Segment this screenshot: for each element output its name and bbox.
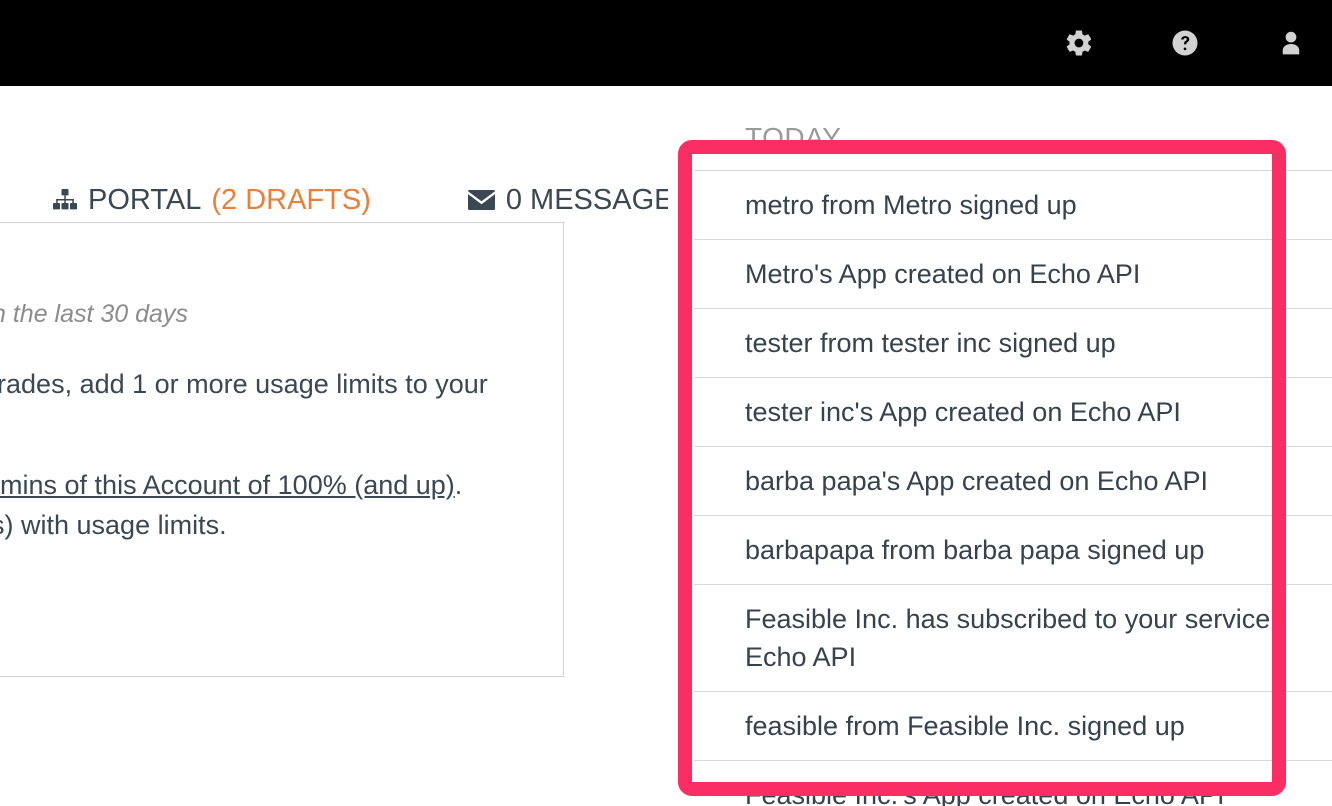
- user-account-icon[interactable]: [1276, 28, 1306, 58]
- left-content-column: PORTAL (2 DRAFTS) 0 MESSAGES 6 s in the …: [0, 86, 668, 806]
- envelope-icon: [467, 189, 496, 211]
- usage-instruction-text: pgrades, add 1 or more usage limits to y…: [0, 369, 488, 399]
- sitemap-icon: [52, 188, 78, 212]
- top-navigation-bar: [0, 0, 1332, 86]
- usage-period-caption: s in the last 30 days: [0, 300, 188, 328]
- activity-feed-list: metro from Metro signed up Metro's App c…: [694, 170, 1332, 806]
- activity-feed-panel: TODAY metro from Metro signed up Metro's…: [694, 86, 1332, 806]
- help-question-icon[interactable]: [1170, 28, 1200, 58]
- usage-summary-card: 6 s in the last 30 days pgrades, add 1 o…: [0, 222, 564, 677]
- activity-item[interactable]: barbapapa from barba papa signed up: [694, 515, 1332, 584]
- activity-feed-heading: TODAY: [745, 122, 842, 153]
- tab-portal[interactable]: PORTAL (2 DRAFTS): [52, 184, 371, 217]
- activity-item[interactable]: tester from tester inc signed up: [694, 308, 1332, 377]
- section-tab-row: PORTAL (2 DRAFTS) 0 MESSAGES: [0, 179, 668, 221]
- tab-portal-drafts-badge: (2 DRAFTS): [211, 183, 371, 216]
- usage-summary-card-body: 6 s in the last 30 days pgrades, add 1 o…: [0, 239, 563, 542]
- activity-item[interactable]: metro from Metro signed up: [694, 170, 1332, 239]
- activity-item[interactable]: tester inc's App created on Echo API: [694, 377, 1332, 446]
- activity-item[interactable]: Metro's App created on Echo API: [694, 239, 1332, 308]
- notify-admins-link-suffix: .: [454, 470, 463, 500]
- tab-portal-label: PORTAL: [88, 183, 202, 216]
- notify-admins-link[interactable]: Admins of this Account of 100% (and up): [0, 470, 455, 500]
- settings-gear-icon[interactable]: [1064, 28, 1094, 58]
- topbar-icon-group: [1064, 0, 1332, 86]
- tab-messages-label: 0 MESSAGES: [505, 183, 668, 216]
- tab-messages[interactable]: 0 MESSAGES: [467, 184, 668, 217]
- activity-item[interactable]: Feasible Inc.'s App created on Echo API: [694, 760, 1332, 806]
- activity-item[interactable]: barba papa's App created on Echo API: [694, 446, 1332, 515]
- activity-item[interactable]: Feasible Inc. has subscribed to your ser…: [694, 584, 1332, 691]
- notify-admins-link-line: Admins of this Account of 100% (and up).: [0, 463, 563, 508]
- usage-count-value: 6: [0, 239, 563, 287]
- usage-limits-tail-text: e(s) with usage limits.: [0, 510, 227, 540]
- activity-item[interactable]: feasible from Feasible Inc. signed up: [694, 691, 1332, 760]
